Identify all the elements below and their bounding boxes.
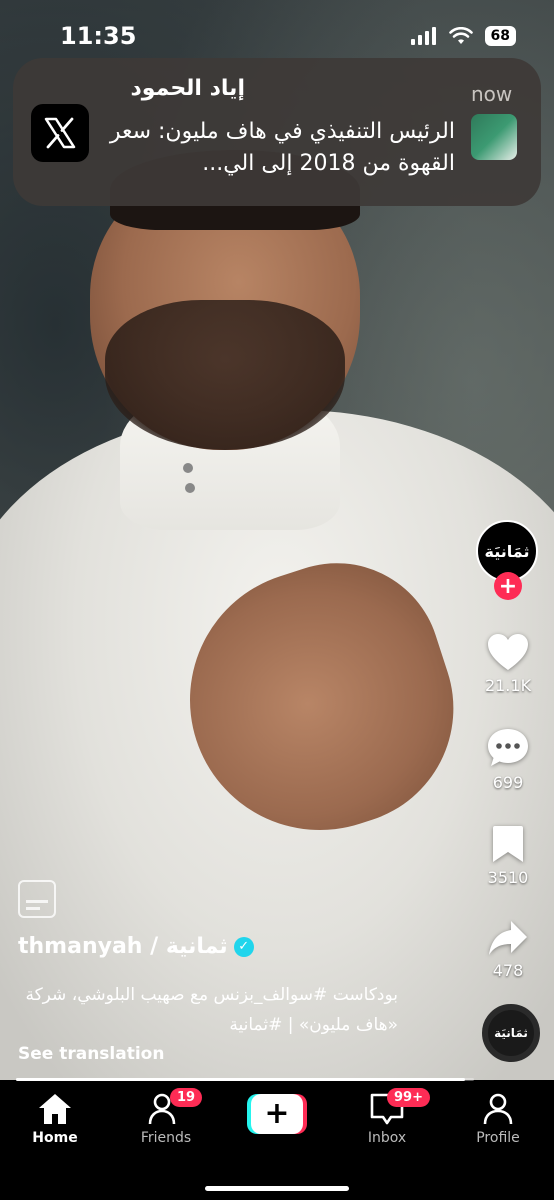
create-plus-icon: +	[251, 1094, 303, 1134]
video-person-beard	[105, 300, 345, 450]
battery-icon: 68	[484, 26, 516, 46]
home-indicator[interactable]	[205, 1186, 349, 1191]
notification-body: الرئيس التنفيذي في هاف مليون: سعر القهوة…	[109, 119, 455, 176]
follow-button[interactable]: +	[494, 572, 522, 600]
see-translation-link[interactable]: See translation	[18, 1044, 164, 1064]
nav-friends[interactable]: Friends 19	[116, 1088, 216, 1146]
author-name[interactable]: thmanyah / ثمانية	[18, 934, 228, 959]
save-count: 3510	[487, 868, 529, 887]
verified-icon: ✓	[233, 936, 254, 957]
nav-home[interactable]: Home	[5, 1092, 105, 1146]
action-rail: ثمَانيَة + 21.1K 699 3510 478	[476, 520, 540, 980]
profile-icon	[483, 1093, 513, 1125]
comment-count: 699	[492, 773, 524, 792]
share-button[interactable]: 478	[487, 919, 529, 980]
video-progress-bar[interactable]	[16, 1078, 474, 1081]
notification-time: now	[471, 82, 513, 106]
create-button[interactable]: +	[247, 1094, 307, 1134]
video-progress-fill	[16, 1078, 465, 1081]
creator-avatar[interactable]: ثمَانيَة +	[476, 520, 540, 600]
nav-inbox[interactable]: Inbox 99+	[337, 1088, 437, 1146]
video-shirt-button	[185, 483, 195, 493]
video-shirt-button	[183, 463, 193, 473]
signal-icon	[410, 27, 436, 45]
captions-icon-line	[26, 907, 40, 910]
like-count: 21.1K	[484, 676, 532, 695]
video-description: بودكاست #سوالف_بزنس مع صهيب البلوشي، شرك…	[25, 985, 398, 1035]
avatar-text: ثمَانيَة	[484, 541, 530, 561]
comment-icon	[488, 729, 528, 766]
nav-friends-label: Friends	[140, 1130, 192, 1146]
nav-profile-label: Profile	[476, 1130, 520, 1146]
wifi-icon	[448, 27, 473, 44]
comment-button[interactable]: 699	[486, 727, 530, 792]
sound-disc[interactable]: ثمَانيَة	[482, 1004, 540, 1062]
status-time: 11:35	[60, 22, 137, 50]
author-row[interactable]: thmanyah / ثمانية ✓	[18, 934, 254, 959]
push-notification[interactable]: إياد الحمود now الرئيس التنفيذي في هاف م…	[13, 58, 541, 206]
save-button[interactable]: 3510	[487, 824, 529, 887]
home-icon	[39, 1094, 71, 1124]
share-icon	[489, 921, 527, 955]
x-logo-glyph	[44, 117, 76, 149]
like-button[interactable]: 21.1K	[485, 632, 531, 695]
nav-home-label: Home	[32, 1130, 78, 1146]
nav-profile[interactable]: Profile	[448, 1092, 548, 1146]
captions-icon-line	[26, 900, 48, 903]
friends-badge: 19	[170, 1088, 203, 1107]
inbox-badge: 99+	[387, 1088, 430, 1107]
status-icons: 68	[410, 26, 516, 46]
bookmark-icon	[493, 826, 523, 862]
captions-icon[interactable]	[18, 880, 56, 918]
notification-thumbnail	[471, 114, 517, 160]
notification-sender: إياد الحمود	[130, 76, 245, 101]
sound-disc-text: ثمَانيَة	[494, 1026, 528, 1040]
nav-inbox-label: Inbox	[367, 1130, 407, 1146]
plus-icon: +	[498, 573, 518, 599]
heart-icon	[488, 634, 528, 670]
share-count: 478	[492, 961, 524, 980]
